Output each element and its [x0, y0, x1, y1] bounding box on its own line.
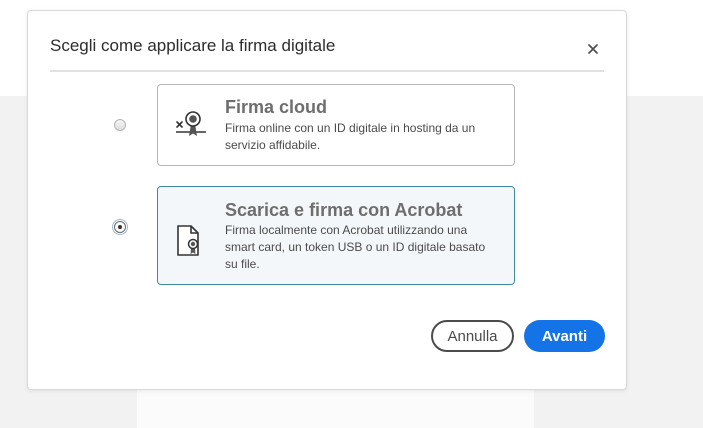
option-scarica-firma-acrobat[interactable]: Scarica e firma con Acrobat Firma localm… [157, 186, 515, 285]
title-divider [50, 70, 604, 72]
next-button[interactable]: Avanti [524, 320, 605, 352]
option-description: Firma localmente con Acrobat utilizzando… [225, 223, 486, 271]
radio-scarica-firma-acrobat[interactable] [112, 219, 128, 235]
option-description: Firma online con un ID digitale in hosti… [225, 121, 476, 152]
sign-method-dialog: Scegli come applicare la firma digitale … [27, 10, 627, 390]
certificate-file-icon [177, 225, 199, 256]
radio-firma-cloud[interactable] [114, 119, 126, 131]
cancel-button[interactable]: Annulla [431, 320, 514, 352]
cloud-signature-icon [176, 111, 206, 136]
option-title: Scarica e firma con Acrobat [225, 200, 463, 220]
radio-selected-dot [118, 225, 122, 229]
dialog-title: Scegli come applicare la firma digitale [50, 36, 336, 55]
close-button[interactable] [583, 39, 603, 59]
option-title: Firma cloud [225, 97, 328, 117]
close-icon [588, 44, 598, 54]
option-firma-cloud[interactable]: Firma cloud Firma online con un ID digit… [157, 84, 515, 166]
